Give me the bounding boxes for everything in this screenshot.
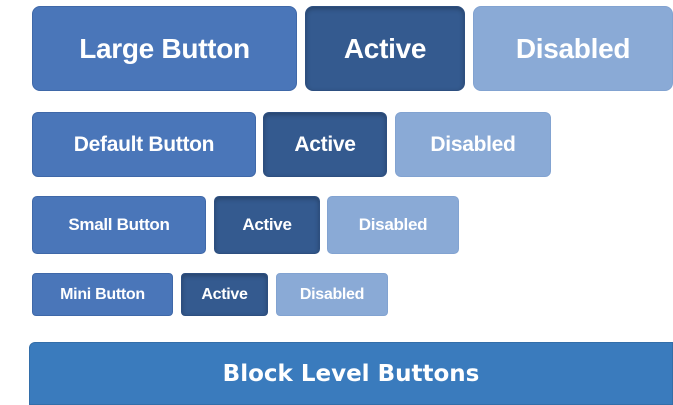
large-active-button[interactable]: Active: [305, 6, 465, 91]
small-disabled-button: Disabled: [327, 196, 459, 254]
button-showcase: Large Button Active Disabled Default But…: [0, 0, 673, 405]
small-active-button[interactable]: Active: [214, 196, 320, 254]
block-level-button[interactable]: Block Level Buttons: [29, 342, 673, 405]
default-button[interactable]: Default Button: [32, 112, 256, 177]
mini-button[interactable]: Mini Button: [32, 273, 173, 316]
mini-disabled-button: Disabled: [276, 273, 388, 316]
default-active-button[interactable]: Active: [263, 112, 387, 177]
default-disabled-button: Disabled: [395, 112, 551, 177]
small-button[interactable]: Small Button: [32, 196, 206, 254]
mini-active-button[interactable]: Active: [181, 273, 268, 316]
large-disabled-button: Disabled: [473, 6, 673, 91]
large-button[interactable]: Large Button: [32, 6, 297, 91]
